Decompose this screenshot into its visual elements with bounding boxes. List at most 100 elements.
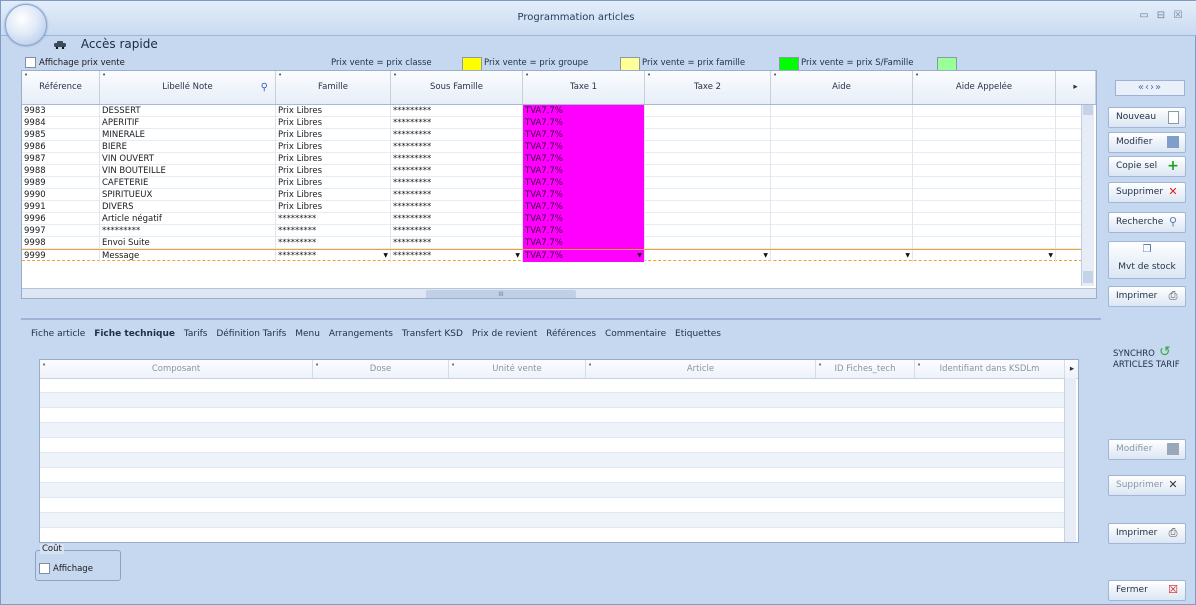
- dropdown-arrow-icon[interactable]: ▼: [1048, 250, 1053, 262]
- table-cell[interactable]: [771, 129, 913, 141]
- table-cell[interactable]: *********: [391, 105, 523, 117]
- table-cell[interactable]: Prix Libres: [276, 129, 391, 141]
- table-cell[interactable]: ▼: [771, 250, 913, 262]
- table-cell[interactable]: [771, 237, 913, 249]
- col-taxe2[interactable]: • Taxe 2: [645, 71, 771, 104]
- table-cell[interactable]: SPIRITUEUX: [100, 189, 276, 201]
- imprimer-composant-button[interactable]: Imprimer ⎙: [1108, 523, 1186, 544]
- table-cell[interactable]: MINERALE: [100, 129, 276, 141]
- table-cell[interactable]: ********* ▼: [276, 250, 391, 262]
- dropdown-arrow-icon[interactable]: ▼: [763, 250, 768, 262]
- table-cell[interactable]: 9986: [22, 141, 100, 153]
- col-id-fiches-tech[interactable]: • ID Fiches_tech: [816, 360, 915, 378]
- table-cell[interactable]: VIN OUVERT: [100, 153, 276, 165]
- table-cell[interactable]: ▼: [645, 250, 771, 262]
- splitter[interactable]: [21, 318, 1101, 320]
- table-cell[interactable]: 9997: [22, 225, 100, 237]
- col-sous-famille[interactable]: • Sous Famille: [391, 71, 523, 104]
- table-cell[interactable]: Article négatif: [100, 213, 276, 225]
- table-cell[interactable]: TVA7.7%: [523, 213, 645, 225]
- table-cell[interactable]: 9991: [22, 201, 100, 213]
- table-cell[interactable]: [771, 177, 913, 189]
- record-navigation[interactable]: «‹›»: [1115, 80, 1185, 96]
- affichage-prix-vente-checkbox[interactable]: Affichage prix vente: [25, 57, 125, 68]
- table-cell[interactable]: 9987: [22, 153, 100, 165]
- table-cell[interactable]: 9983: [22, 105, 100, 117]
- table-cell[interactable]: *********: [276, 225, 391, 237]
- fiche-technique-vscrollbar[interactable]: [1064, 378, 1076, 542]
- table-cell[interactable]: TVA7.7%: [523, 177, 645, 189]
- table-cell[interactable]: [913, 189, 1056, 201]
- table-cell[interactable]: TVA7.7%: [523, 153, 645, 165]
- table-cell[interactable]: *********: [391, 213, 523, 225]
- table-cell[interactable]: [913, 177, 1056, 189]
- more-columns-arrow[interactable]: ▸: [1056, 71, 1096, 104]
- table-cell[interactable]: [771, 105, 913, 117]
- table-cell[interactable]: *********: [391, 237, 523, 249]
- list-item[interactable]: [40, 528, 1064, 542]
- table-cell[interactable]: 9996: [22, 213, 100, 225]
- col-taxe1[interactable]: • Taxe 1: [523, 71, 645, 104]
- copie-sel-button[interactable]: Copie sel +: [1108, 156, 1186, 177]
- minimize-icon[interactable]: ▭: [1138, 10, 1150, 22]
- dropdown-arrow-icon[interactable]: ▼: [905, 250, 910, 262]
- tab-fiche-technique[interactable]: Fiche technique: [94, 329, 175, 339]
- table-cell[interactable]: BIERE: [100, 141, 276, 153]
- app-orb-button[interactable]: [5, 4, 47, 46]
- synchro-articles-tarif-button[interactable]: SYNCHRO ARTICLES TARIF ↺: [1113, 345, 1180, 371]
- tab-fiche-article[interactable]: Fiche article: [31, 329, 85, 339]
- tab-commentaire[interactable]: Commentaire: [605, 329, 666, 339]
- table-cell[interactable]: Prix Libres: [276, 153, 391, 165]
- table-cell[interactable]: Message: [100, 250, 276, 262]
- table-cell[interactable]: DIVERS: [100, 201, 276, 213]
- table-row[interactable]: 9991 DIVERS Prix Libres ********* TVA7.7%: [22, 201, 1082, 213]
- table-cell[interactable]: [771, 201, 913, 213]
- list-item[interactable]: [40, 438, 1064, 453]
- supprimer-composant-button[interactable]: Supprimer ✕: [1108, 475, 1186, 496]
- recherche-button[interactable]: Recherche ⚲: [1108, 212, 1186, 233]
- table-cell[interactable]: [913, 117, 1056, 129]
- table-cell[interactable]: [645, 189, 771, 201]
- table-cell[interactable]: 9990: [22, 189, 100, 201]
- table-cell[interactable]: [913, 153, 1056, 165]
- col-reference[interactable]: • Référence: [22, 71, 100, 104]
- table-cell[interactable]: TVA7.7%: [523, 201, 645, 213]
- table-cell[interactable]: DESSERT: [100, 105, 276, 117]
- table-cell[interactable]: [771, 153, 913, 165]
- table-cell[interactable]: [645, 237, 771, 249]
- list-item[interactable]: [40, 468, 1064, 483]
- tab-prix-de-revient[interactable]: Prix de revient: [472, 329, 537, 339]
- more-columns-arrow-2[interactable]: ▸: [1065, 360, 1078, 378]
- table-cell[interactable]: Envoi Suite: [100, 237, 276, 249]
- hscroll-thumb[interactable]: III: [426, 290, 576, 298]
- table-cell[interactable]: [913, 201, 1056, 213]
- table-cell[interactable]: [645, 165, 771, 177]
- list-item[interactable]: [40, 408, 1064, 423]
- tab-definition-tarifs[interactable]: Définition Tarifs: [216, 329, 286, 339]
- table-cell[interactable]: TVA7.7%: [523, 189, 645, 201]
- dropdown-arrow-icon[interactable]: ▼: [637, 250, 642, 262]
- col-composant[interactable]: • Composant: [40, 360, 313, 378]
- table-row[interactable]: 9983 DESSERT Prix Libres ********* TVA7.7%: [22, 105, 1082, 117]
- list-item[interactable]: [40, 498, 1064, 513]
- scroll-up-arrow[interactable]: [1083, 105, 1093, 115]
- tab-transfert-ksd[interactable]: Transfert KSD: [402, 329, 463, 339]
- table-cell[interactable]: TVA7.7%: [523, 105, 645, 117]
- table-row[interactable]: 9990 SPIRITUEUX Prix Libres ********* TVA7.7…: [22, 189, 1082, 201]
- table-cell[interactable]: Prix Libres: [276, 189, 391, 201]
- table-cell[interactable]: [771, 117, 913, 129]
- table-cell[interactable]: Prix Libres: [276, 177, 391, 189]
- table-cell[interactable]: [913, 141, 1056, 153]
- table-cell[interactable]: *********: [391, 141, 523, 153]
- table-cell[interactable]: [771, 225, 913, 237]
- table-cell[interactable]: [771, 165, 913, 177]
- col-dose[interactable]: • Dose: [313, 360, 449, 378]
- table-cell[interactable]: [913, 129, 1056, 141]
- tab-references[interactable]: Références: [546, 329, 596, 339]
- table-cell[interactable]: 9984: [22, 117, 100, 129]
- table-cell[interactable]: *********: [391, 165, 523, 177]
- table-cell[interactable]: TVA7.7%: [523, 225, 645, 237]
- tab-arrangements[interactable]: Arrangements: [329, 329, 393, 339]
- table-cell[interactable]: [645, 105, 771, 117]
- dropdown-arrow-icon[interactable]: ▼: [515, 250, 520, 262]
